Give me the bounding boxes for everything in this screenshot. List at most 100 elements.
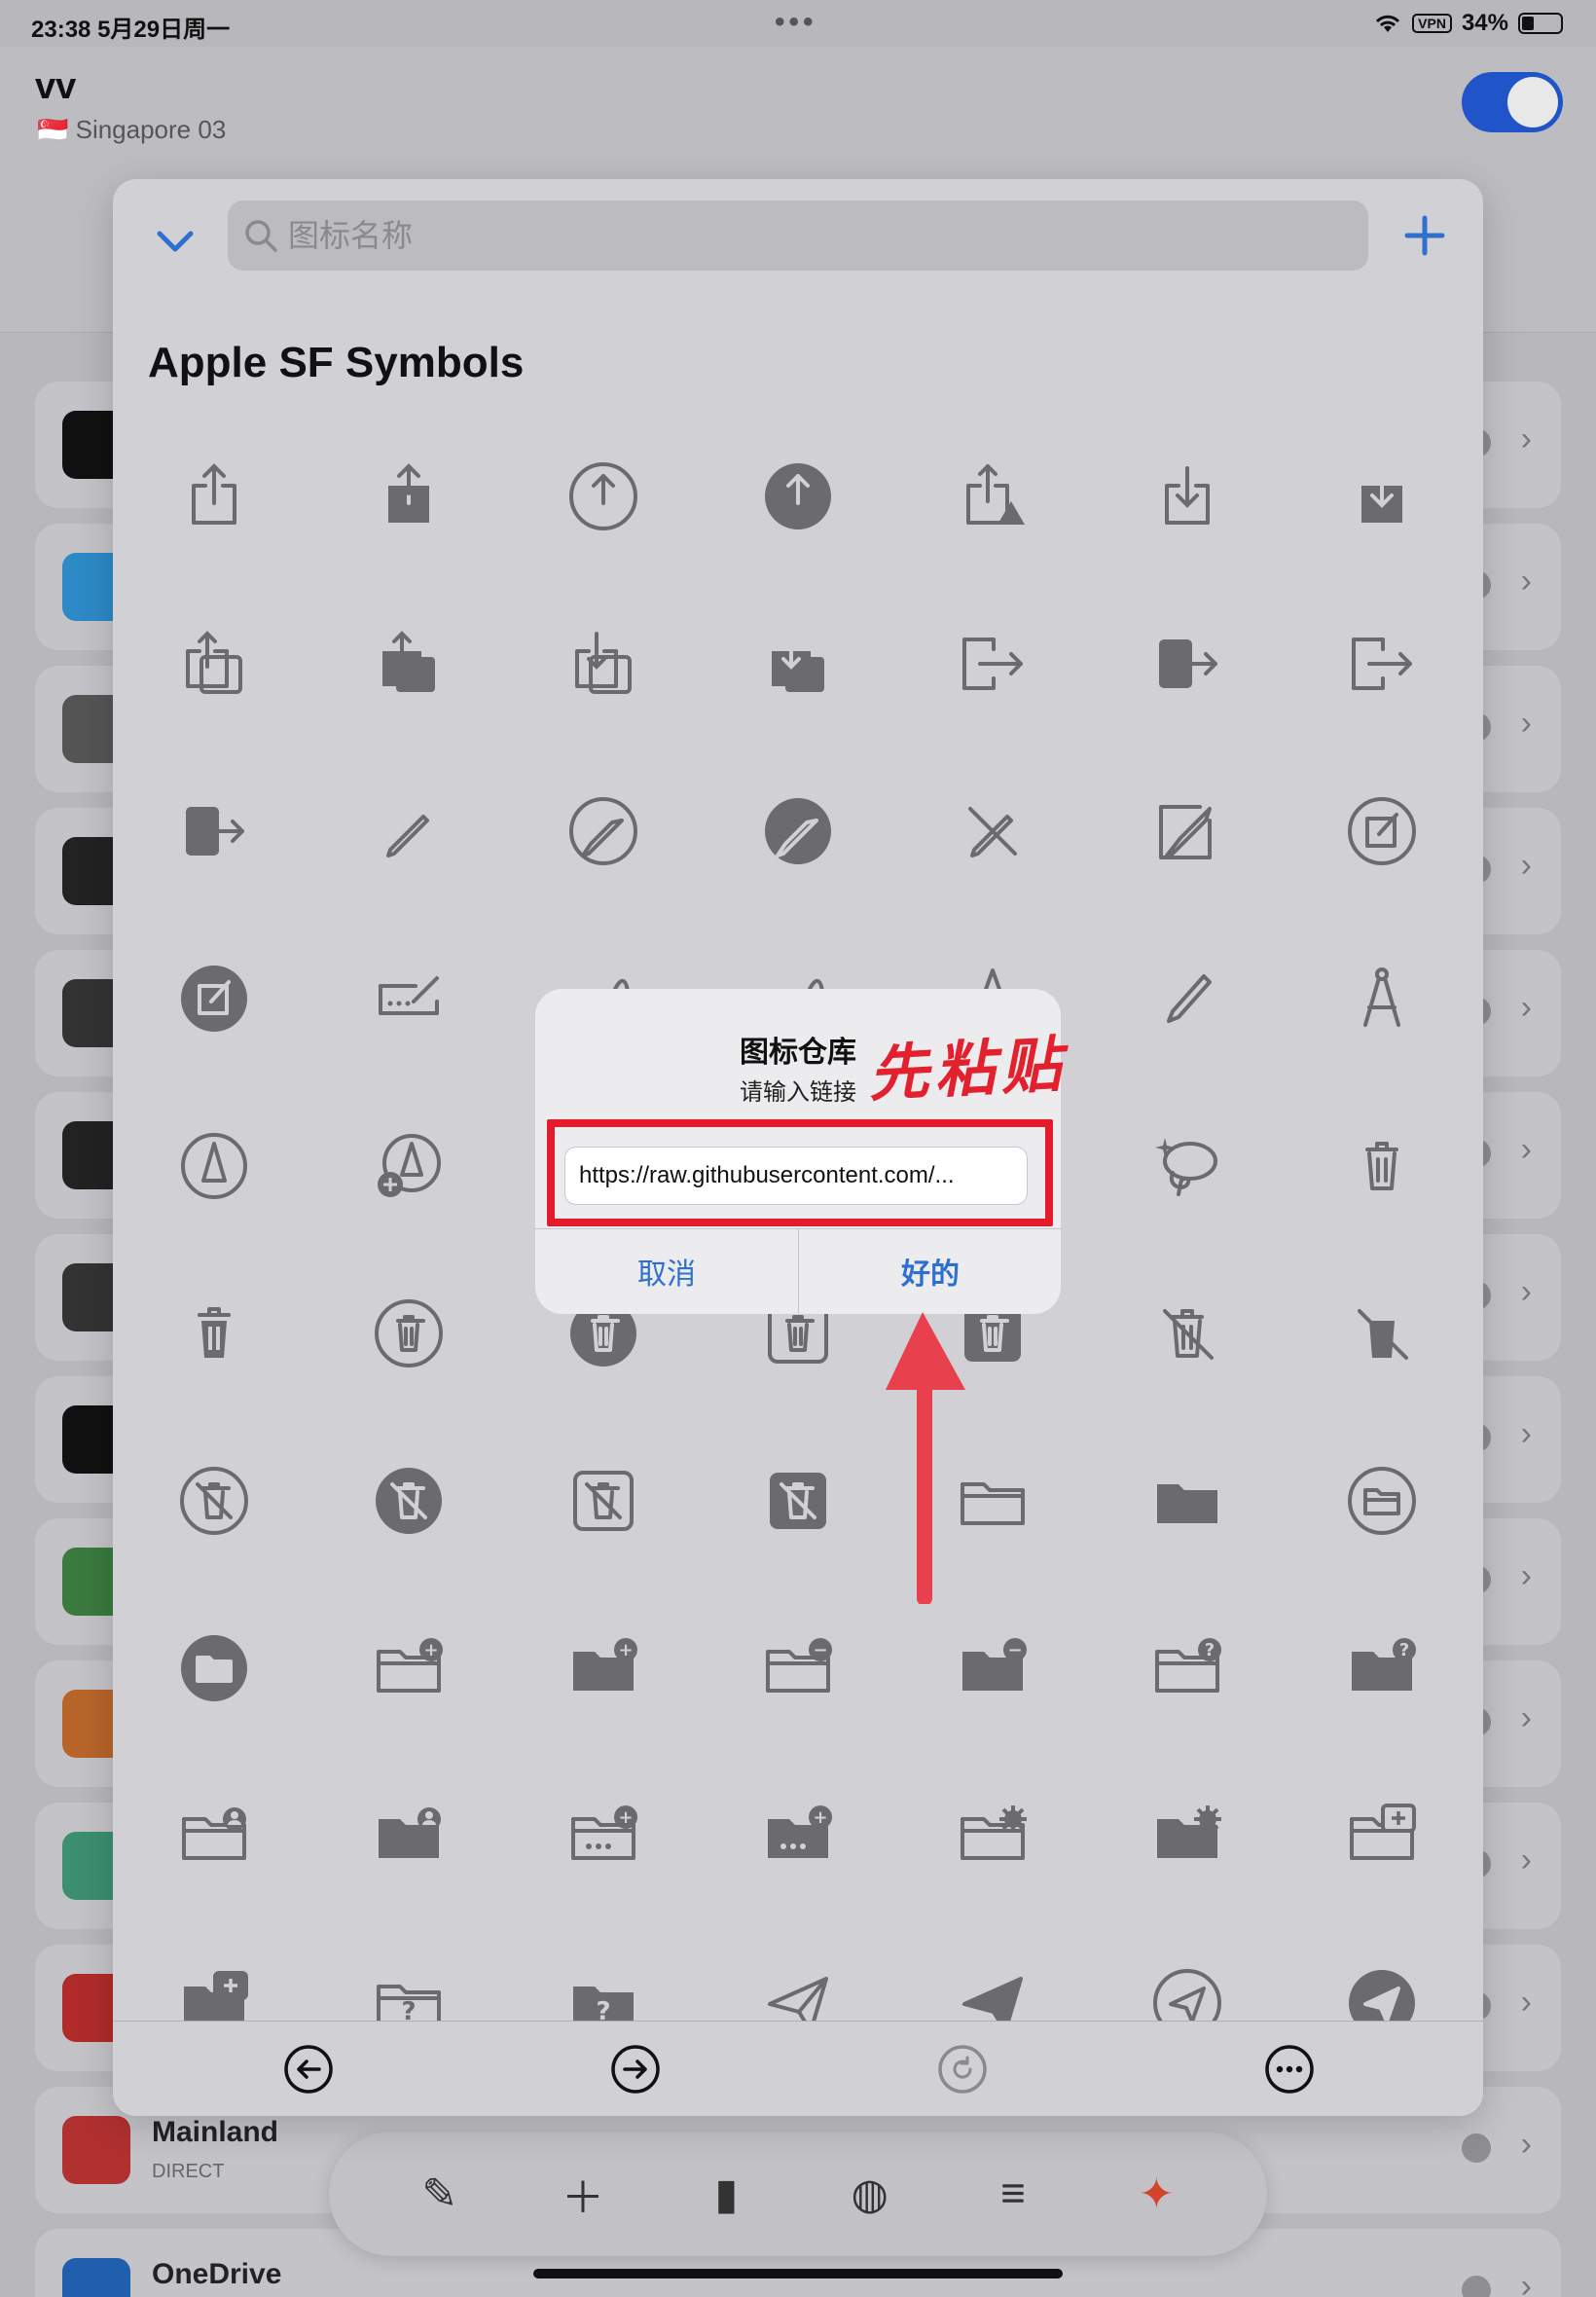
compose-icon[interactable]: ✎ [411,2165,469,2223]
square-and-arrow-up-on-square-fill-icon [382,631,435,692]
icon-cell[interactable] [117,915,311,1082]
search-input[interactable] [288,201,1349,271]
chevron-right-icon: › [1520,1273,1532,1310]
status-time: 23:38 5月29日周一 [31,17,231,43]
icon-cell[interactable] [311,1082,506,1250]
search-icon [245,220,277,252]
icon-cell[interactable] [895,580,1090,747]
icon-cell[interactable] [1285,915,1479,1082]
icon-cell[interactable]: − [701,1585,895,1752]
icon-cell[interactable] [311,1250,506,1417]
icon-cell[interactable] [311,915,506,1082]
rectangle-3-group-badge-plus-icon: + [571,1805,637,1860]
icon-cell[interactable] [1090,1082,1285,1250]
icon-cell[interactable] [895,413,1090,580]
chevron-right-icon: › [1520,989,1532,1026]
rectangle-portrait-and-arrow-right-icon [962,638,1023,690]
icon-cell[interactable] [1285,747,1479,915]
square-and-arrow-up-on-square-icon [186,631,242,694]
square-and-pencil-circle-fill-icon [181,966,247,1032]
icon-cell[interactable] [117,1417,311,1585]
multitasking-dots-icon[interactable]: ••• [775,6,817,39]
refresh-circle-icon[interactable] [936,2043,989,2096]
icon-cell[interactable] [1090,915,1285,1082]
icon-cell[interactable] [895,747,1090,915]
svg-text:+: + [423,1640,438,1660]
icon-cell[interactable] [506,747,701,915]
icon-cell[interactable] [311,1417,506,1585]
icon-cell[interactable] [1090,747,1285,915]
arrow-right-circle-icon[interactable] [609,2043,662,2096]
icon-cell[interactable]: + [701,1752,895,1919]
square-and-arrow-down-on-square-fill-icon [772,632,824,692]
icon-cell[interactable] [1285,1250,1479,1417]
icon-cell[interactable] [1090,1752,1285,1919]
icon-cell[interactable] [311,1752,506,1919]
icon-cell[interactable] [117,1752,311,1919]
globe-icon[interactable]: ◍ [841,2165,899,2223]
icon-cell[interactable] [311,747,506,915]
row-name: OneDrive [152,2258,282,2290]
plus-icon[interactable]: ＋ [554,2165,612,2223]
search-bar[interactable] [228,201,1368,271]
annotation-arrow-icon [886,1312,965,1604]
icon-cell[interactable] [311,413,506,580]
vpn-toggle[interactable] [1462,72,1563,132]
plus-rectangle-on-folder-icon [1350,1804,1416,1860]
icon-cell[interactable]: − [895,1585,1090,1752]
icon-cell[interactable] [1090,1250,1285,1417]
svg-text:+: + [618,1640,633,1660]
icon-cell[interactable] [506,413,701,580]
icon-cell[interactable]: + [506,1752,701,1919]
chart-bars-icon[interactable]: ▮ [697,2165,755,2223]
icon-cell[interactable] [701,413,895,580]
icon-cell[interactable] [895,1752,1090,1919]
icon-cell[interactable] [1090,580,1285,747]
ellipsis-circle-icon[interactable] [1263,2043,1316,2096]
chevron-down-icon[interactable] [148,214,202,269]
rectangle-portrait-and-arrow-forward-icon [1352,638,1412,690]
icon-cell[interactable] [701,747,895,915]
chevron-right-icon: › [1520,1841,1532,1878]
icon-cell[interactable] [701,1417,895,1585]
icon-cell[interactable] [117,1585,311,1752]
icon-cell[interactable] [1285,413,1479,580]
icon-cell[interactable]: ? [1285,1585,1479,1752]
icon-cell[interactable] [1285,1417,1479,1585]
icon-cell[interactable]: + [311,1585,506,1752]
check-icon [1462,2133,1491,2163]
icon-cell[interactable] [117,580,311,747]
icon-cell[interactable] [117,1250,311,1417]
icon-cell[interactable] [117,747,311,915]
ok-button[interactable]: 好的 [799,1228,1061,1314]
trash-icon [1365,1142,1398,1190]
icon-cell[interactable]: + [506,1585,701,1752]
folder-badge-minus-icon: − [766,1638,832,1693]
vpn-badge: VPN [1412,14,1452,33]
pencil-tip-crop-circle-icon [181,1133,247,1199]
rectangle-3-group-fill-badge-plus-icon: + [768,1805,832,1858]
cancel-button[interactable]: 取消 [535,1228,798,1314]
icon-cell[interactable] [1090,413,1285,580]
icon-cell[interactable] [506,1417,701,1585]
icon-cell[interactable] [1285,580,1479,747]
icon-cell[interactable] [117,413,311,580]
folder-fill-badge-questionmark-icon: ? [1352,1638,1416,1691]
app-logo-icon[interactable]: ✦ [1127,2165,1185,2223]
list-icon[interactable]: ≡ [984,2165,1042,2223]
plus-icon[interactable] [1397,208,1452,263]
icon-cell[interactable] [701,580,895,747]
folder-circle-fill-icon [181,1635,247,1701]
check-icon [1462,2276,1491,2297]
icon-cell[interactable] [506,580,701,747]
folder-circle-icon [1348,1467,1416,1535]
icon-cell[interactable] [1285,1752,1479,1919]
icon-cell[interactable] [1090,1417,1285,1585]
icon-cell[interactable] [117,1082,311,1250]
svg-text:+: + [618,1807,633,1828]
arrow-left-circle-icon[interactable] [282,2043,335,2096]
icon-cell[interactable] [311,580,506,747]
icon-cell[interactable]: ? [1090,1585,1285,1752]
icon-cell[interactable] [1285,1082,1479,1250]
sheet-toolbar [113,2021,1483,2116]
